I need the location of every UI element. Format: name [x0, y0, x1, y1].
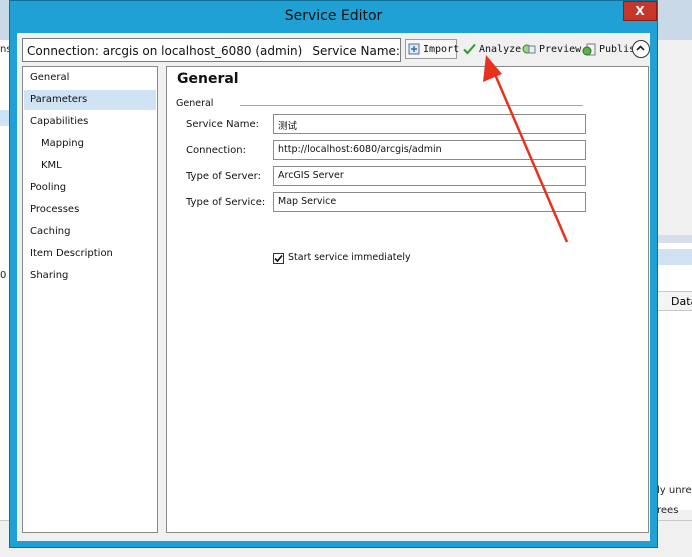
annotation-arrow [483, 55, 569, 243]
